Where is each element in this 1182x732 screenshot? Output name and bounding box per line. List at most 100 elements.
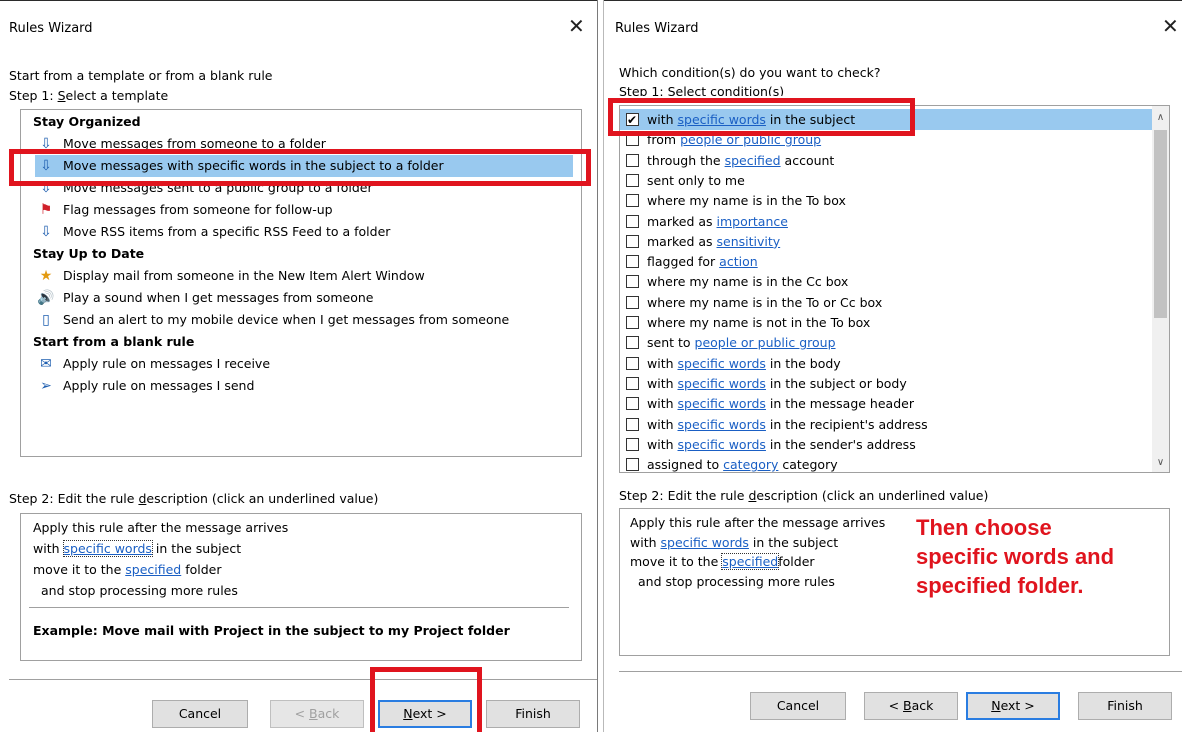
step1-prefix: Step 1: <box>9 88 58 103</box>
condition-link[interactable]: category <box>723 457 778 472</box>
condition-checkbox[interactable] <box>626 356 639 370</box>
template-item[interactable]: ▯ Send an alert to my mobile device when … <box>35 309 509 331</box>
template-group-header: Stay Up to Date <box>33 246 145 261</box>
highlight-annotation-condition <box>608 98 915 136</box>
condition-item[interactable]: through the specified account <box>626 151 834 171</box>
condition-link[interactable]: action <box>719 254 757 269</box>
condition-link[interactable]: specific words <box>678 417 766 432</box>
condition-checkbox[interactable] <box>626 397 639 411</box>
condition-item[interactable]: assigned to category category <box>626 455 838 473</box>
condition-list[interactable]: with specific words in the subjectfrom p… <box>619 105 1170 473</box>
back-button[interactable]: < Back <box>270 700 364 728</box>
condition-item[interactable]: with specific words in the body <box>626 354 841 374</box>
condition-text: assigned to <box>647 457 724 473</box>
scroll-thumb[interactable] <box>1154 130 1167 318</box>
condition-link[interactable]: sensitivity <box>717 234 781 249</box>
condition-link[interactable]: importance <box>717 214 788 229</box>
template-item[interactable]: ✉ Apply rule on messages I receive <box>35 353 270 375</box>
template-item-label: Apply rule on messages I receive <box>63 356 271 371</box>
specific-words-link[interactable]: specific words <box>62 540 153 557</box>
desc-line-1: Apply this rule after the message arrive… <box>33 520 289 535</box>
condition-item[interactable]: with specific words in the recipient's a… <box>626 415 928 435</box>
template-item[interactable]: ⚑ Flag messages from someone for follow-u… <box>35 199 333 221</box>
condition-item[interactable]: where my name is not in the To box <box>626 313 870 333</box>
condition-text-suffix: in the subject or body <box>765 375 907 391</box>
condition-link[interactable]: specific words <box>678 356 766 371</box>
template-item[interactable]: 🔊 Play a sound when I get messages from s… <box>35 287 373 309</box>
finish-button[interactable]: Finish <box>1078 692 1172 720</box>
condition-checkbox[interactable] <box>626 376 639 390</box>
desc-line-3: move it to the specified folder <box>33 562 222 577</box>
condition-scrollbar[interactable]: ∧ ∨ <box>1152 106 1169 472</box>
condition-item[interactable]: marked as sensitivity <box>626 232 780 252</box>
condition-item[interactable]: where my name is in the To box <box>626 191 846 211</box>
condition-checkbox[interactable] <box>626 194 639 208</box>
condition-checkbox[interactable] <box>626 417 639 431</box>
condition-checkbox[interactable] <box>626 295 639 309</box>
condition-checkbox[interactable] <box>626 214 639 228</box>
condition-checkbox[interactable] <box>626 336 639 350</box>
condition-text-suffix: in the message header <box>765 396 914 412</box>
condition-text: with <box>647 375 678 391</box>
close-icon[interactable]: ✕ <box>1162 15 1179 37</box>
template-item[interactable]: ★ Display mail from someone in the New It… <box>35 265 425 287</box>
condition-text: marked as <box>647 233 717 249</box>
condition-checkbox[interactable] <box>626 437 639 451</box>
condition-item[interactable]: with specific words in the message heade… <box>626 394 914 414</box>
condition-link[interactable]: specific words <box>678 437 766 452</box>
next-button[interactable]: Next > <box>966 692 1060 720</box>
condition-text: with <box>647 436 678 452</box>
condition-item[interactable]: where my name is in the To or Cc box <box>626 293 882 313</box>
scroll-up-icon[interactable]: ∧ <box>1152 112 1169 123</box>
condition-link[interactable]: specific words <box>678 396 766 411</box>
condition-link[interactable]: specific words <box>678 376 766 391</box>
condition-item[interactable]: flagged for action <box>626 252 758 272</box>
condition-checkbox[interactable] <box>626 316 639 329</box>
specified-folder-link[interactable]: specified <box>125 562 181 577</box>
condition-checkbox[interactable] <box>626 458 639 472</box>
desc-line-2: with specific words in the subject <box>630 535 838 550</box>
back-button[interactable]: < Back <box>864 692 958 720</box>
close-icon[interactable]: ✕ <box>568 15 585 37</box>
rule-description-box: Apply this rule after the message arrive… <box>20 513 582 661</box>
condition-text-suffix: account <box>780 152 835 168</box>
condition-text: marked as <box>647 213 717 229</box>
back-prefix: < <box>294 706 310 721</box>
condition-checkbox[interactable] <box>626 234 639 248</box>
intro-text: Start from a template or from a blank ru… <box>9 68 273 83</box>
cancel-button[interactable]: Cancel <box>152 700 248 728</box>
desc-line-2-b: in the subject <box>748 535 839 550</box>
window-title: Rules Wizard <box>9 21 93 36</box>
template-item[interactable]: ⇩ Move RSS items from a specific RSS Feed… <box>35 221 390 243</box>
specific-words-link[interactable]: specific words <box>661 535 749 550</box>
template-item[interactable]: ➢ Apply rule on messages I send <box>35 375 254 397</box>
condition-item[interactable]: where my name is in the Cc box <box>626 272 848 292</box>
desc-line-3-a: move it to the <box>33 562 126 577</box>
condition-checkbox[interactable] <box>626 275 639 289</box>
condition-item[interactable]: with specific words in the sender's addr… <box>626 435 916 455</box>
condition-item[interactable]: with specific words in the subject or bo… <box>626 374 907 394</box>
template-item-label: Move RSS items from a specific RSS Feed … <box>63 224 391 239</box>
back-rest: ack <box>911 698 934 713</box>
condition-item[interactable]: marked as importance <box>626 212 788 232</box>
finish-button[interactable]: Finish <box>486 700 580 728</box>
condition-link[interactable]: specified <box>725 153 781 168</box>
scroll-down-icon[interactable]: ∨ <box>1152 457 1169 468</box>
window-divider <box>597 0 604 732</box>
cancel-button[interactable]: Cancel <box>750 692 846 720</box>
mobile-device-icon: ▯ <box>42 312 50 328</box>
instruction-annotation: Then choose specific words and specified… <box>916 515 1115 598</box>
condition-checkbox[interactable] <box>626 255 639 269</box>
step2-prefix: Step 2: Edit the rule <box>619 488 749 503</box>
window-title: Rules Wizard <box>615 21 699 36</box>
step1-label: Step 1: Select a template <box>9 88 168 103</box>
condition-link[interactable]: people or public group <box>695 335 836 350</box>
template-group-header: Start from a blank rule <box>33 334 195 349</box>
specified-folder-link[interactable]: specified <box>721 553 780 570</box>
condition-checkbox[interactable] <box>626 173 639 187</box>
rule-description-box: Apply this rule after the message arrive… <box>619 508 1170 656</box>
condition-text: through the <box>647 152 725 168</box>
condition-item[interactable]: sent to people or public group <box>626 333 836 353</box>
condition-item[interactable]: sent only to me <box>626 171 745 191</box>
condition-checkbox[interactable] <box>626 153 639 167</box>
